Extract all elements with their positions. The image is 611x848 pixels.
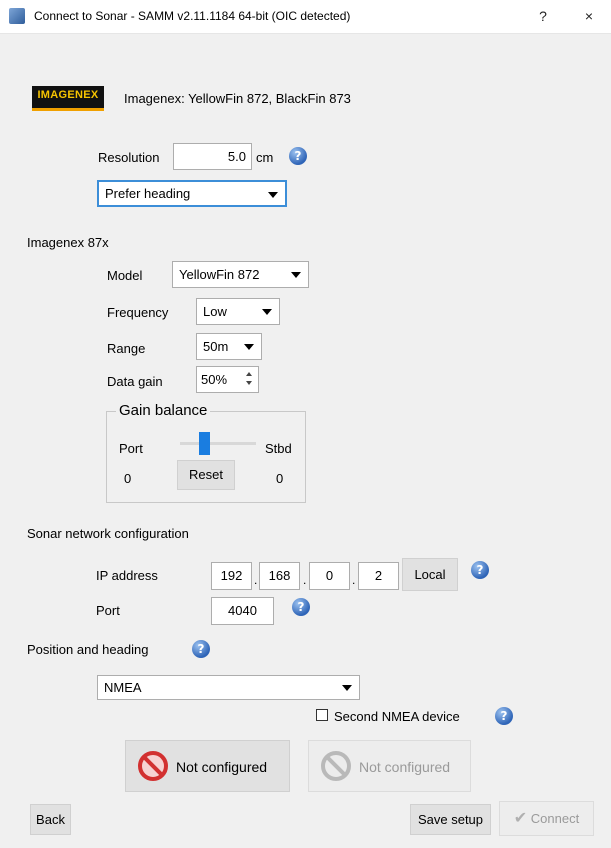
not-configured-label: Not configured: [176, 759, 268, 775]
chevron-down-icon: [268, 192, 278, 198]
ip-address-label: IP address: [96, 568, 158, 583]
back-button[interactable]: Back: [30, 804, 71, 835]
check-icon: ✔: [513, 810, 528, 827]
stbd-label: Stbd: [265, 441, 292, 456]
logo-text: IMAGENEX: [37, 89, 99, 101]
prohibited-icon: [321, 751, 351, 781]
chevron-down-icon: [342, 685, 352, 691]
resolution-unit: cm: [256, 150, 274, 165]
not-configured-secondary-button[interactable]: Not configured: [308, 740, 471, 792]
port-field-label: Port: [96, 603, 120, 618]
ip-octet-2[interactable]: 168: [259, 562, 300, 590]
position-section-label: Position and heading: [27, 642, 149, 657]
local-button[interactable]: Local: [402, 558, 458, 591]
port-value: 0: [124, 471, 132, 486]
not-configured-secondary-label: Not configured: [359, 759, 451, 775]
connect-button[interactable]: ✔ Connect: [499, 801, 594, 836]
second-nmea-checkbox[interactable]: [316, 709, 328, 721]
resolution-help-icon[interactable]: ?: [289, 147, 307, 165]
gain-balance-title: Gain balance: [116, 402, 211, 419]
ip-help-icon[interactable]: ?: [471, 561, 489, 579]
data-gain-value: 50%: [201, 372, 228, 387]
imagenex-section-label: Imagenex 87x: [27, 235, 109, 250]
frequency-select[interactable]: Low: [196, 298, 280, 325]
chevron-down-icon: [262, 309, 272, 315]
device-name: Imagenex: YellowFin 872, BlackFin 873: [124, 91, 351, 106]
window-title: Connect to Sonar - SAMM v2.11.1184 64-bi…: [34, 9, 351, 23]
save-setup-button[interactable]: Save setup: [410, 804, 491, 835]
model-select[interactable]: YellowFin 872: [172, 261, 309, 288]
ip-separator: .: [254, 573, 258, 587]
position-help-icon[interactable]: ?: [192, 640, 210, 658]
imagenex-logo: IMAGENEX: [32, 86, 104, 111]
frequency-value: Low: [203, 304, 227, 319]
ip-separator: .: [352, 573, 356, 587]
gain-balance-slider-track[interactable]: [180, 442, 256, 445]
resolution-input[interactable]: 5.0: [173, 143, 252, 170]
range-select[interactable]: 50m: [196, 333, 262, 360]
spin-up-icon[interactable]: [246, 372, 252, 376]
port-input[interactable]: 4040: [211, 597, 274, 625]
model-label: Model: [107, 268, 143, 283]
not-configured-button[interactable]: Not configured: [125, 740, 290, 792]
data-gain-label: Data gain: [107, 374, 163, 389]
chevron-down-icon: [291, 272, 301, 278]
data-gain-spinner[interactable]: [240, 366, 258, 391]
resolution-label: Resolution: [98, 150, 160, 165]
second-nmea-help-icon[interactable]: ?: [495, 707, 513, 725]
network-section-label: Sonar network configuration: [27, 526, 189, 541]
spin-down-icon[interactable]: [246, 381, 252, 385]
port-label: Port: [119, 441, 143, 456]
second-nmea-label: Second NMEA device: [334, 709, 460, 724]
frequency-label: Frequency: [107, 305, 169, 320]
model-value: YellowFin 872: [179, 267, 260, 282]
ip-octet-1[interactable]: 192: [211, 562, 252, 590]
gain-balance-slider-thumb[interactable]: [199, 432, 210, 455]
reset-button[interactable]: Reset: [177, 460, 235, 490]
help-window-button[interactable]: ?: [520, 0, 566, 33]
position-source-value: NMEA: [104, 680, 142, 695]
close-window-button[interactable]: ×: [566, 0, 611, 33]
ip-octet-4[interactable]: 2: [358, 562, 399, 590]
stbd-value: 0: [276, 471, 284, 486]
heading-mode-select[interactable]: Prefer heading: [97, 180, 287, 207]
chevron-down-icon: [244, 344, 254, 350]
ip-separator: .: [303, 573, 307, 587]
position-source-select[interactable]: NMEA: [97, 675, 360, 700]
range-label: Range: [107, 341, 146, 356]
connect-label: Connect: [530, 811, 580, 826]
prohibited-icon: [138, 751, 168, 781]
port-help-icon[interactable]: ?: [292, 598, 310, 616]
app-icon: [9, 8, 25, 24]
ip-octet-3[interactable]: 0: [309, 562, 350, 590]
heading-mode-value: Prefer heading: [105, 186, 191, 201]
range-value: 50m: [203, 339, 229, 354]
